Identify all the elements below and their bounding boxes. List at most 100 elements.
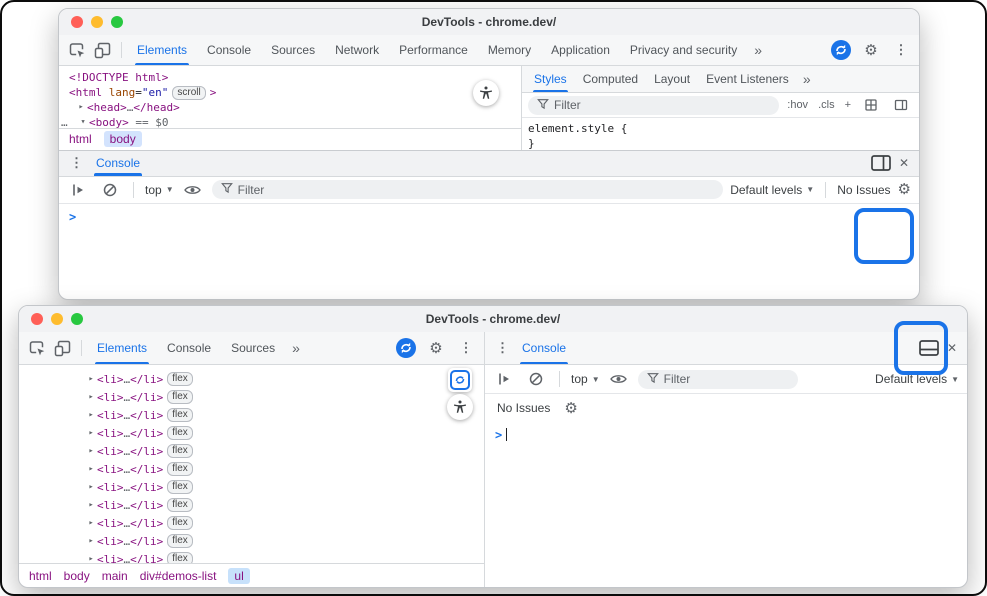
zoom-window-button[interactable] xyxy=(111,16,123,28)
log-levels-dropdown[interactable]: Default levels▼ xyxy=(730,183,814,197)
css-rule-element-style[interactable]: element.style { } xyxy=(522,118,919,150)
dom-tree[interactable]: ▸ <li> … </li> flex ▸ <li> … </li> flex … xyxy=(19,365,484,563)
breadcrumb-item-html[interactable]: html xyxy=(29,569,52,583)
close-window-button[interactable] xyxy=(71,16,83,28)
device-toolbar-icon[interactable] xyxy=(51,336,75,360)
settings-gear-icon[interactable]: ⚙ xyxy=(424,336,448,360)
computed-sidebar-icon[interactable] xyxy=(889,93,913,117)
clear-console-icon[interactable] xyxy=(524,367,548,391)
more-tabs-icon[interactable]: » xyxy=(748,42,768,58)
live-expression-eye-icon[interactable] xyxy=(607,367,631,391)
minimize-window-button[interactable] xyxy=(91,16,103,28)
breadcrumb-item-body[interactable]: body xyxy=(104,131,142,147)
tab-elements[interactable]: Elements xyxy=(88,332,156,364)
console-prompt[interactable]: > xyxy=(485,422,967,587)
flex-badge[interactable]: flex xyxy=(167,426,193,440)
tab-network[interactable]: Network xyxy=(326,35,388,65)
expand-arrow-icon[interactable]: ▸ xyxy=(85,374,97,384)
dom-node-doctype[interactable]: <!DOCTYPE html> xyxy=(59,70,521,85)
grid-overlay-icon[interactable] xyxy=(859,93,883,117)
tab-computed[interactable]: Computed xyxy=(575,66,646,92)
dom-node-head[interactable]: ▸<head>…</head> xyxy=(59,100,521,115)
console-settings-gear-icon[interactable]: ⚙ xyxy=(898,182,911,197)
expand-arrow-icon[interactable]: ▸ xyxy=(85,500,97,510)
more-options-icon[interactable]: ⋮ xyxy=(889,38,913,62)
tab-event-listeners[interactable]: Event Listeners xyxy=(698,66,797,92)
live-expression-eye-icon[interactable] xyxy=(181,178,205,202)
expand-arrow-icon[interactable]: ▸ xyxy=(85,518,97,528)
breadcrumb-item-main[interactable]: main xyxy=(102,569,128,583)
issues-counter[interactable]: No Issues xyxy=(497,401,550,415)
tab-privacy-and-security[interactable]: Privacy and security xyxy=(621,35,746,65)
console-filter-input[interactable]: Filter xyxy=(212,180,724,199)
inspect-element-icon[interactable] xyxy=(25,336,49,360)
minimize-window-button[interactable] xyxy=(51,313,63,325)
settings-gear-icon[interactable]: ⚙ xyxy=(859,38,883,62)
tab-elements[interactable]: Elements xyxy=(128,35,196,65)
console-filter-input[interactable]: Filter xyxy=(638,370,798,389)
flex-badge[interactable]: flex xyxy=(167,444,193,458)
expand-arrow-icon[interactable]: ▸ xyxy=(85,392,97,402)
expand-arrow-icon[interactable]: ▸ xyxy=(85,446,97,456)
panel-menu-icon[interactable]: ⋮ xyxy=(493,340,512,356)
dom-node-li[interactable]: ▸ <li> … </li> flex xyxy=(85,550,484,563)
element-class-toggle[interactable]: .cls xyxy=(816,99,837,111)
expand-arrow-icon[interactable]: ▸ xyxy=(85,482,97,492)
dom-node-li[interactable]: ▸ <li> … </li> flex xyxy=(85,532,484,550)
dock-to-bottom-icon[interactable] xyxy=(917,336,941,360)
tab-sources[interactable]: Sources xyxy=(222,332,284,364)
sync-overlay-icon[interactable] xyxy=(448,368,472,392)
tab-application[interactable]: Application xyxy=(542,35,619,65)
dom-node-li[interactable]: ▸ <li> … </li> flex xyxy=(85,514,484,532)
flex-badge[interactable]: flex xyxy=(167,534,193,548)
expand-arrow-icon[interactable]: ▸ xyxy=(85,410,97,420)
breadcrumb-item-html[interactable]: html xyxy=(69,132,92,146)
console-settings-gear-icon[interactable]: ⚙ xyxy=(564,401,577,416)
log-levels-dropdown[interactable]: Default levels▼ xyxy=(875,372,959,386)
tab-layout[interactable]: Layout xyxy=(646,66,698,92)
dom-node-li[interactable]: ▸ <li> … </li> flex xyxy=(85,478,484,496)
sync-promo-icon[interactable] xyxy=(829,38,853,62)
panel-tab-console[interactable]: Console xyxy=(516,332,572,364)
flex-badge[interactable]: flex xyxy=(167,408,193,422)
flex-badge[interactable]: flex xyxy=(167,480,193,494)
breadcrumb-item-body[interactable]: body xyxy=(64,569,90,583)
inspect-element-icon[interactable] xyxy=(65,38,89,62)
flex-badge[interactable]: flex xyxy=(167,498,193,512)
flex-badge[interactable]: flex xyxy=(167,552,193,563)
accessibility-icon[interactable] xyxy=(473,80,499,106)
collapse-arrow-icon[interactable]: ▾ xyxy=(77,115,89,128)
console-sidebar-icon[interactable] xyxy=(493,367,517,391)
console-sidebar-icon[interactable] xyxy=(67,178,91,202)
tab-performance[interactable]: Performance xyxy=(390,35,477,65)
tab-console[interactable]: Console xyxy=(198,35,260,65)
tab-memory[interactable]: Memory xyxy=(479,35,540,65)
tab-console[interactable]: Console xyxy=(158,332,220,364)
expand-arrow-icon[interactable]: ▸ xyxy=(85,464,97,474)
close-window-button[interactable] xyxy=(31,313,43,325)
flex-badge[interactable]: flex xyxy=(167,516,193,530)
css-rules-list[interactable]: element.style { } theme.css:18 body { fo… xyxy=(522,118,919,150)
pseudo-state-toggle[interactable]: :hov xyxy=(785,99,810,111)
context-selector[interactable]: top▼ xyxy=(571,372,600,386)
new-style-rule-icon[interactable]: + xyxy=(843,99,853,111)
styles-filter-input[interactable]: Filter xyxy=(528,96,779,115)
device-toolbar-icon[interactable] xyxy=(91,38,115,62)
sync-promo-icon[interactable] xyxy=(394,336,418,360)
dock-to-right-icon[interactable] xyxy=(869,151,893,175)
more-tabs-icon[interactable]: » xyxy=(286,340,306,356)
more-sidebar-tabs-icon[interactable]: » xyxy=(797,71,817,87)
scroll-badge[interactable]: scroll xyxy=(172,86,205,100)
dom-node-li[interactable]: ▸ <li> … </li> flex xyxy=(85,406,484,424)
dom-node-li[interactable]: ▸ <li> … </li> flex xyxy=(85,424,484,442)
dom-node-html[interactable]: <html lang="en" scroll > xyxy=(59,85,521,100)
dom-tree[interactable]: <!DOCTYPE html> <html lang="en" scroll >… xyxy=(59,66,521,128)
breadcrumb-item-demos-list[interactable]: div#demos-list xyxy=(140,569,217,583)
dom-node-body[interactable]: …▾<body> == $0 xyxy=(59,115,521,128)
expand-arrow-icon[interactable]: ▸ xyxy=(75,100,87,115)
zoom-window-button[interactable] xyxy=(71,313,83,325)
breadcrumb-item-ul[interactable]: ul xyxy=(228,568,249,584)
expand-arrow-icon[interactable]: ▸ xyxy=(85,554,97,563)
context-selector[interactable]: top▼ xyxy=(145,183,174,197)
dom-node-li[interactable]: ▸ <li> … </li> flex xyxy=(85,388,484,406)
